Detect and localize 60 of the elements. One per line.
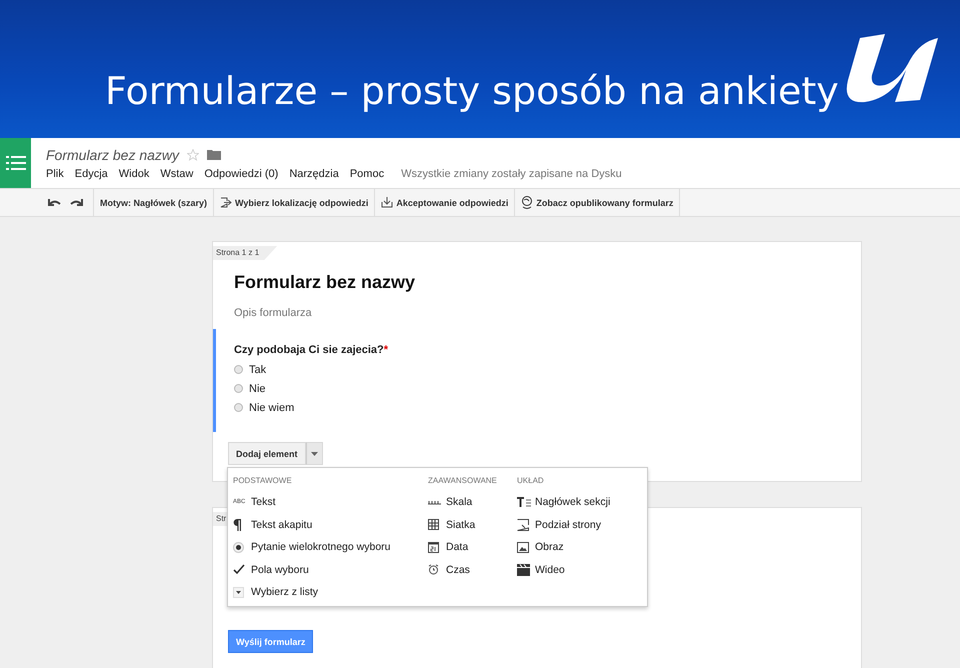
menu-item[interactable]: Podział strony	[517, 514, 637, 536]
grid-icon	[428, 519, 439, 530]
menu-item[interactable]: Siatka	[428, 514, 517, 536]
menu-item[interactable]: Wstaw	[160, 168, 194, 180]
menu-item[interactable]: Wybierz z listy	[233, 581, 428, 604]
menu-item[interactable]: Pomoc	[350, 168, 384, 180]
menu-item[interactable]: Czas	[428, 558, 517, 581]
heading-icon	[517, 496, 531, 508]
question-block[interactable]: Czy podobaja Ci sie zajecia?* Tak Nie Nie wiem	[213, 329, 861, 432]
menu-item[interactable]: Widok	[118, 168, 150, 180]
pilcrow-icon	[233, 518, 241, 531]
dropdown-button[interactable]	[306, 442, 323, 465]
add-item-button[interactable]: Dodaj element	[228, 442, 306, 465]
menu-item[interactable]: Nagłówek sekcji	[517, 491, 637, 514]
menu-heading: ZAAWANSOWANE	[428, 476, 498, 485]
menu-item[interactable]: Edycja	[74, 168, 108, 180]
menu-item[interactable]: Data	[428, 536, 517, 558]
menu-heading: PODSTAWOWE	[233, 476, 293, 485]
menu-heading: UKŁAD	[517, 476, 545, 485]
folder-icon[interactable]	[207, 149, 222, 160]
globe-icon	[521, 196, 534, 210]
export-icon	[220, 197, 232, 208]
question-text: Czy podobaja Ci sie zajecia?*	[234, 344, 390, 356]
radio-button[interactable]	[234, 365, 243, 374]
calendar-icon	[428, 542, 439, 553]
dropdown-icon	[233, 586, 244, 598]
undo-icon[interactable]	[48, 198, 61, 207]
menu-item[interactable]: Odpowiedzi (0)	[204, 168, 278, 180]
menu-item[interactable]: Skala	[428, 491, 517, 514]
radio-button[interactable]	[234, 384, 243, 393]
clock-icon	[428, 564, 439, 576]
download-icon	[381, 197, 394, 208]
option-label: Nie	[249, 382, 266, 394]
option-label: Nie wiem	[249, 402, 294, 414]
menu-item[interactable]: Plik	[46, 168, 64, 180]
slide-title: Formularze – prosty sposób na ankiety	[105, 69, 839, 113]
checkmark-icon	[233, 564, 245, 576]
menu-item[interactable]: Pola wyboru	[233, 558, 428, 581]
image-icon	[517, 542, 529, 553]
save-status: Wszystkie zmiany zostały zapisane na Dysku	[401, 168, 622, 180]
menu-item[interactable]: Wideo	[517, 558, 637, 581]
menu-item[interactable]: Narzędzia	[289, 168, 339, 180]
clapperboard-icon	[517, 564, 530, 576]
radio-button[interactable]	[234, 403, 243, 412]
radio-icon	[233, 542, 244, 553]
toolbar-button[interactable]: Akceptowanie odpowiedzi	[375, 189, 516, 216]
menu-item[interactable]: Obraz	[517, 536, 637, 558]
menu-icon[interactable]	[0, 138, 31, 188]
option-label: Tak	[249, 364, 266, 376]
form-title[interactable]: Formularz bez nazwy	[234, 272, 861, 293]
redo-icon[interactable]	[70, 198, 83, 207]
caret-icon	[310, 452, 318, 456]
toolbar-button[interactable]: Zobacz opublikowany formularz	[515, 189, 680, 216]
menu-item[interactable]: Pytanie wielokrotnego wyboru	[233, 536, 428, 558]
scale-icon	[428, 499, 441, 506]
star-icon[interactable]	[187, 148, 200, 160]
toolbar-button[interactable]: Wybierz lokalizację odpowiedzi	[214, 189, 376, 216]
page-break-icon	[517, 518, 529, 531]
document-title[interactable]: Formularz bez nazwy	[46, 146, 180, 162]
toolbar-button[interactable]: Motyw: Nagłówek (szary)	[94, 189, 214, 216]
